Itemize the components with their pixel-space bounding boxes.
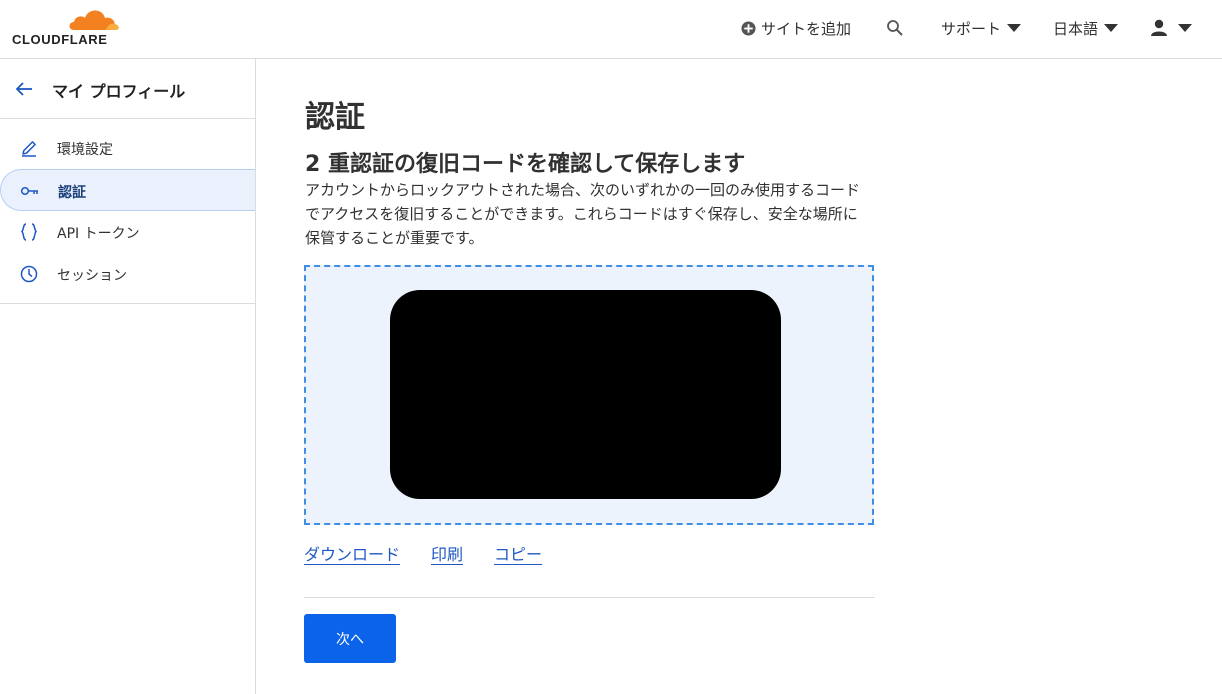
chevron-down-icon: [1007, 24, 1022, 32]
section-title: 2 重認証の復旧コードを確認して保存します: [305, 152, 746, 177]
description-text: アカウントからロックアウトされた場合、次のいずれかの一回のみ使用するコードでアク…: [305, 181, 861, 247]
add-site-label: サイトを追加: [761, 19, 852, 38]
chevron-down-icon: [1104, 24, 1119, 32]
user-icon: [1151, 19, 1167, 36]
download-link[interactable]: ダウンロード: [304, 541, 400, 565]
print-link[interactable]: 印刷: [431, 541, 463, 565]
pencil-icon: [22, 141, 36, 157]
support-menu[interactable]: サポート: [941, 0, 1022, 56]
sidebar-header: マイ プロフィール: [0, 59, 255, 119]
logo-wordmark: CLOUDFLARE: [12, 32, 108, 47]
code-actions: ダウンロード 印刷 コピー: [304, 541, 573, 565]
sidebar-title: マイ プロフィール: [52, 82, 186, 101]
sidebar-item-label: 環境設定: [57, 142, 113, 158]
key-icon: [20, 186, 38, 196]
page-title: 認証: [305, 100, 365, 135]
sidebar-item-sessions[interactable]: セッション: [0, 253, 255, 295]
recovery-codes-redacted: [390, 290, 781, 499]
copy-link[interactable]: コピー: [494, 541, 542, 565]
sidebar-item-label: 認証: [58, 185, 86, 201]
chevron-down-icon: [1178, 24, 1192, 32]
sidebar-divider: [0, 303, 255, 304]
back-arrow-icon[interactable]: [14, 79, 34, 99]
language-menu[interactable]: 日本語: [1053, 0, 1119, 56]
top-navigation-bar: CLOUDFLARE サイトを追加 サポート 日本語: [0, 0, 1222, 59]
support-label: サポート: [941, 19, 1002, 38]
sidebar-item-preferences[interactable]: 環境設定: [0, 127, 255, 169]
sidebar-menu: 環境設定 認証 API トークン セッション: [0, 127, 255, 295]
sidebar-item-label: API トークン: [57, 226, 140, 242]
language-label: 日本語: [1053, 19, 1099, 38]
clock-icon: [20, 265, 38, 283]
user-menu[interactable]: [1149, 0, 1192, 56]
cloudflare-logo[interactable]: CLOUDFLARE: [12, 6, 122, 47]
plus-circle-icon: [741, 20, 756, 36]
braces-icon: [21, 223, 37, 241]
cloud-logo-icon: [69, 10, 119, 30]
sidebar-item-api-tokens[interactable]: API トークン: [0, 211, 255, 253]
sidebar-item-label: セッション: [57, 268, 127, 284]
recovery-codes-box: [304, 265, 874, 525]
add-site-button[interactable]: サイトを追加: [741, 0, 851, 56]
sidebar: マイ プロフィール 環境設定 認証 API トークン セッション: [0, 59, 256, 694]
divider: [304, 597, 875, 598]
search-icon: [887, 20, 903, 36]
next-button[interactable]: 次へ: [304, 614, 396, 663]
sidebar-item-authentication[interactable]: 認証: [0, 169, 255, 211]
search-button[interactable]: [886, 0, 904, 56]
